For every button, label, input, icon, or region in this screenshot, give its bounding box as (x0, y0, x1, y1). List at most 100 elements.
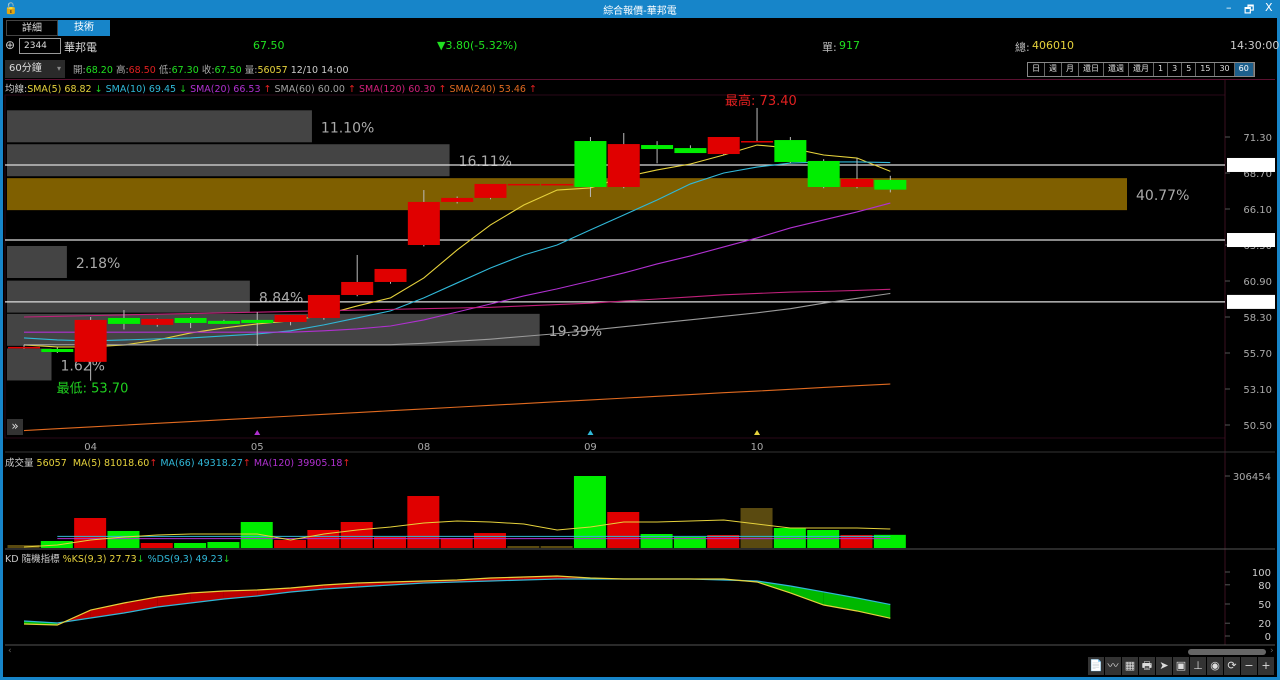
volume-bar (374, 537, 407, 548)
ma-legend-item[interactable]: SMA(120) 60.30 (359, 84, 439, 95)
eye-icon[interactable]: ◉ (1207, 657, 1223, 675)
candle-body (307, 294, 340, 318)
kd-fill (123, 597, 158, 614)
volume-profile-label: 1.62% (61, 358, 105, 374)
ma-line-SMA120 (23, 288, 891, 318)
ma-legend-item[interactable]: SMA(240) 53.46 (449, 84, 529, 95)
volume-bar (473, 533, 506, 548)
period-還週[interactable]: 還週 (1104, 63, 1129, 76)
layout-icon[interactable]: ▣ (1173, 657, 1189, 675)
candle-body (541, 183, 574, 186)
kd-d-line (23, 578, 891, 624)
ma-legend-item[interactable]: SMA(5) 68.82 (27, 84, 94, 95)
stock-code-input[interactable]: 2344 (19, 38, 61, 54)
kd-fill (323, 583, 358, 590)
tab-detail[interactable]: 詳細 (6, 20, 58, 36)
print-icon[interactable]: 🖶 (1139, 657, 1155, 675)
drawing-icon[interactable]: 〰 (1105, 657, 1121, 675)
kd-fill (490, 576, 524, 582)
crosshair-icon[interactable]: ⊥ (1190, 657, 1206, 675)
period-30[interactable]: 30 (1215, 63, 1235, 76)
zoom-out-icon[interactable]: − (1241, 657, 1257, 675)
period-日[interactable]: 日 (1028, 63, 1045, 76)
period-1[interactable]: 1 (1154, 63, 1169, 76)
period-3[interactable]: 3 (1168, 63, 1183, 76)
period-60[interactable]: 60 (1234, 63, 1254, 76)
period-還月[interactable]: 還月 (1129, 63, 1154, 76)
x-axis-label: 05 (251, 442, 264, 453)
ma-legend-item[interactable]: SMA(10) 69.45 (106, 84, 179, 95)
x-axis-label: 09 (584, 442, 597, 453)
kd-fill (290, 584, 324, 592)
low-label: 低: (158, 65, 172, 76)
volume-bar (240, 521, 273, 548)
zoom-in-icon[interactable]: + (1258, 657, 1274, 675)
kd-fill (857, 597, 891, 619)
cursor-icon[interactable]: ➤ (1156, 657, 1172, 675)
ma-legend-item[interactable]: SMA(20) 66.53 (190, 84, 263, 95)
kd-fill (790, 586, 824, 606)
volume-bar (107, 530, 140, 548)
document-icon[interactable]: 📄 (1088, 657, 1104, 675)
price-tick-label: 53.10 (1243, 385, 1272, 396)
arrow-down-icon: ↓ (222, 554, 231, 565)
volume-ma66: MA(66) 49318.27 (160, 458, 243, 469)
volume-profile-bar (7, 313, 540, 346)
price-tick-label: 50.50 (1243, 421, 1272, 432)
candle-body (274, 314, 307, 322)
last-price: 67.50 (253, 39, 285, 52)
add-icon[interactable]: ⊕ (5, 38, 15, 52)
close-button[interactable]: X (1265, 1, 1273, 14)
ma-line-SMA20 (24, 202, 891, 333)
table-icon[interactable]: ▦ (1122, 657, 1138, 675)
arrow-down-icon: ↓ (94, 84, 106, 95)
volume-profile-label: 19.39% (549, 324, 602, 340)
highest-price-label: 最高: 73.40 (725, 93, 797, 109)
kd-fill (90, 602, 124, 619)
period-15[interactable]: 15 (1196, 63, 1216, 76)
restore-button[interactable]: 🗗 (1244, 1, 1254, 20)
arrow-up-icon: ↑ (263, 84, 275, 95)
price-tick-label: 55.70 (1243, 349, 1272, 360)
period-5[interactable]: 5 (1182, 63, 1197, 76)
ma-legend-item[interactable]: SMA(60) 60.00 (275, 84, 348, 95)
kd-fill (57, 610, 91, 625)
refresh-icon[interactable]: ⟳ (1224, 657, 1240, 675)
period-還日[interactable]: 還日 (1079, 63, 1104, 76)
volume-bar (140, 542, 173, 548)
volume-title: 成交量 (5, 458, 34, 469)
kd-fill (457, 578, 491, 582)
close-label: 收: (201, 65, 215, 76)
candle-body (674, 148, 707, 154)
candle-body (774, 140, 807, 163)
x-axis-label: 04 (84, 442, 97, 453)
volume-bar (840, 535, 873, 548)
vol-value: 56057 (257, 65, 288, 76)
volume-bar (407, 496, 440, 548)
volume-profile-bar (7, 280, 250, 313)
arrow-up-icon: ↑ (342, 458, 351, 469)
arrow-up-icon: ↑ (528, 84, 537, 95)
expand-panel-button[interactable]: » (7, 419, 23, 435)
volume-profile-bar (7, 245, 67, 278)
kd-fill (590, 578, 624, 579)
candle-body (41, 348, 74, 353)
session-marker-icon (587, 430, 594, 435)
horizontal-scrollbar[interactable] (1188, 649, 1266, 655)
interval-dropdown[interactable]: 60分鐘 ▾ (5, 60, 65, 78)
tab-technical[interactable]: 技術 (58, 20, 110, 36)
session-marker-icon (754, 430, 761, 435)
scroll-right-icon[interactable]: › (1270, 646, 1274, 656)
minimize-button[interactable]: – (1226, 1, 1232, 14)
volume-profile-label: 11.10% (321, 120, 374, 136)
candle-body (174, 317, 207, 323)
volume-profile-bar (7, 348, 52, 381)
kd-legend: KD 隨機指標 %KS(9,3) 27.73↓ %DS(9,3) 49.23↓ (5, 551, 231, 565)
period-週[interactable]: 週 (1045, 63, 1062, 76)
scroll-left-icon[interactable]: ‹ (8, 646, 12, 656)
volume-bar (274, 540, 307, 548)
period-月[interactable]: 月 (1062, 63, 1079, 76)
volume-bar (807, 530, 840, 548)
total-volume: 406010 (1032, 39, 1074, 52)
volume-bar (174, 542, 207, 548)
